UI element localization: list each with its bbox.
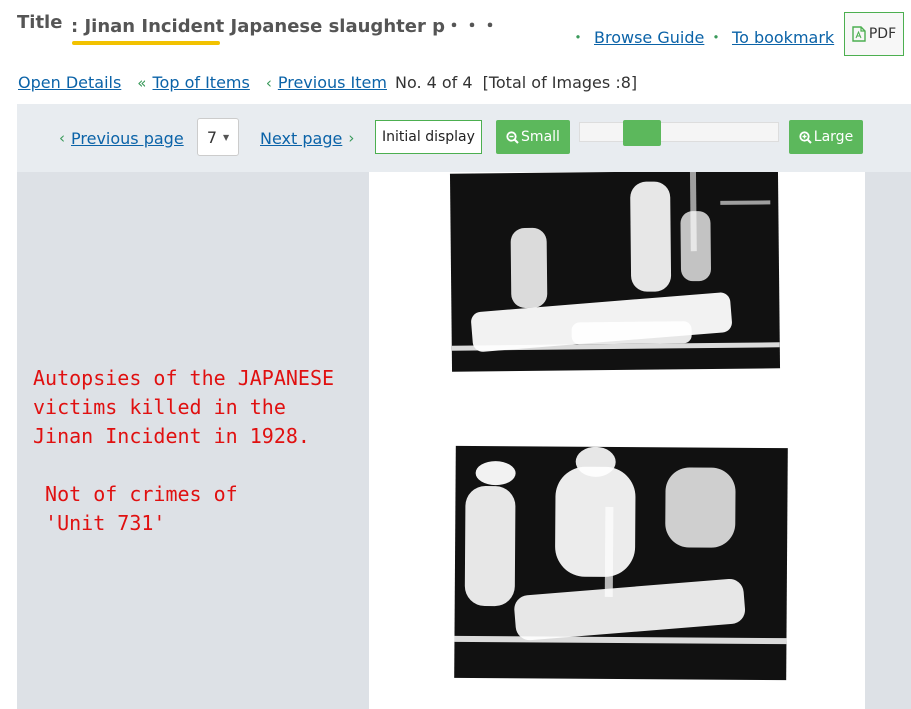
zoom-slider[interactable] [579,120,779,146]
image-viewer[interactable]: Autopsies of the JAPANESE victims killed… [17,172,911,709]
bookmark-link[interactable]: To bookmark [732,28,834,47]
zoom-out-icon [506,130,519,144]
page-title: : Jinan Incident Japanese slaughter p・・・ [71,16,499,37]
previous-page-link[interactable]: Previous page [71,129,184,148]
title-underline [72,41,220,45]
bullet-icon: ・ [570,28,587,47]
zoom-in-button[interactable]: Large [789,120,863,154]
previous-page-wrap: ‹ Previous page [59,121,184,155]
double-chevron-left-icon: « [137,73,147,92]
pdf-file-icon [852,26,866,42]
title-label: Title [17,12,63,33]
chevron-left-icon: ‹ [265,73,272,92]
next-page-wrap: Next page › [260,121,354,155]
initial-display-button[interactable]: Initial display [375,120,482,154]
bullet-icon: ・ [708,28,725,47]
top-of-items-link[interactable]: Top of Items [152,73,249,92]
browse-guide-link[interactable]: Browse Guide [594,28,704,47]
pdf-label: PDF [868,26,897,42]
large-label: Large [813,129,854,145]
viewer-toolbar: ‹ Previous page 7 ▼ Next page › Initial … [17,104,911,172]
small-label: Small [521,129,560,145]
open-details-link[interactable]: Open Details [18,73,121,92]
pdf-button[interactable]: PDF [844,12,904,56]
autopsy-photo-top [449,172,781,372]
item-position: No. 4 of 4 [394,73,473,92]
bookmark-link-wrap: ・ To bookmark [708,24,834,48]
item-navigation: Open Details « Top of Items ‹ Previous I… [18,73,637,92]
next-page-link[interactable]: Next page [260,129,342,148]
page-select-value: 7 [206,127,218,147]
page-select[interactable]: 7 ▼ [197,118,239,156]
browse-guide-link-wrap: ・ Browse Guide [570,24,704,48]
zoom-out-button[interactable]: Small [496,120,570,154]
annotation-text: Autopsies of the JAPANESE victims killed… [33,366,335,535]
autopsy-photo-bottom [454,445,788,681]
previous-item-link[interactable]: Previous Item [278,73,387,92]
chevron-left-icon: ‹ [59,129,65,147]
zoom-in-icon [799,130,812,144]
document-page [369,172,865,709]
chevron-right-icon: › [348,129,355,147]
zoom-slider-handle[interactable] [623,120,661,146]
total-images: [Total of Images :8] [482,73,638,92]
caret-down-icon: ▼ [223,132,230,142]
